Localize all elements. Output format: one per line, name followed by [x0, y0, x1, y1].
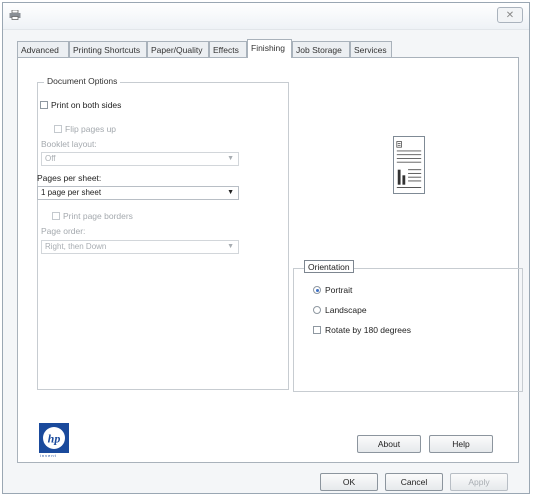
landscape-label: Landscape	[325, 305, 367, 315]
print-page-borders-label: Print page borders	[63, 211, 133, 221]
tab-services[interactable]: Services	[350, 41, 392, 57]
portrait-label: Portrait	[325, 285, 353, 295]
finishing-panel: Document Options Print on both sides Fli…	[17, 57, 523, 463]
close-button[interactable]: ✕	[497, 7, 523, 23]
print-both-sides-label: Print on both sides	[51, 100, 122, 110]
tab-advanced[interactable]: Advanced	[17, 41, 69, 57]
page-order-select[interactable]: Right, then Down ▼	[41, 240, 239, 254]
chevron-down-icon: ▼	[227, 155, 234, 162]
page-order-value: Right, then Down	[45, 242, 107, 251]
document-options-title: Document Options	[44, 76, 121, 86]
help-button[interactable]: Help	[429, 435, 493, 453]
hp-logo-text: hp	[48, 432, 61, 446]
flip-pages-up-label: Flip pages up	[65, 124, 117, 134]
tab-finishing[interactable]: Finishing	[247, 39, 292, 58]
about-button[interactable]: About	[357, 435, 421, 453]
landscape-radio[interactable]	[313, 306, 321, 314]
hp-tagline: invent	[40, 453, 57, 458]
pages-per-sheet-value: 1 page per sheet	[41, 188, 102, 197]
hp-logo-icon: hp	[39, 423, 69, 453]
cancel-button[interactable]: Cancel	[385, 473, 443, 491]
page-order-label: Page order:	[41, 226, 86, 236]
printer-icon	[9, 10, 21, 20]
booklet-layout-select[interactable]: Off ▼	[41, 152, 239, 166]
title-bar: ✕	[3, 3, 529, 30]
tab-effects[interactable]: Effects	[209, 41, 247, 57]
pages-per-sheet-select[interactable]: 1 page per sheet ▼	[37, 186, 239, 200]
printer-properties-dialog: ✕ Advanced Printing Shortcuts Paper/Qual…	[2, 2, 530, 494]
print-both-sides-checkbox[interactable]	[40, 101, 48, 109]
tab-job-storage[interactable]: Job Storage	[292, 41, 350, 57]
booklet-layout-label: Booklet layout:	[41, 139, 97, 149]
close-icon: ✕	[505, 10, 515, 21]
apply-button[interactable]: Apply	[450, 473, 508, 491]
pages-per-sheet-label: Pages per sheet:	[37, 173, 102, 183]
flip-pages-up-checkbox[interactable]	[54, 125, 62, 133]
rotate-180-checkbox[interactable]	[313, 326, 321, 334]
page-preview-icon	[393, 136, 425, 194]
tab-printing-shortcuts[interactable]: Printing Shortcuts	[69, 41, 147, 57]
rotate-180-label: Rotate by 180 degrees	[325, 325, 412, 335]
portrait-radio[interactable]	[313, 286, 321, 294]
booklet-layout-value: Off	[45, 154, 56, 163]
ok-button[interactable]: OK	[320, 473, 378, 491]
tab-paper-quality[interactable]: Paper/Quality	[147, 41, 209, 57]
orientation-title: Orientation	[304, 260, 354, 273]
chevron-down-icon: ▼	[227, 189, 234, 196]
print-page-borders-checkbox[interactable]	[52, 212, 60, 220]
chevron-down-icon: ▼	[227, 243, 234, 250]
